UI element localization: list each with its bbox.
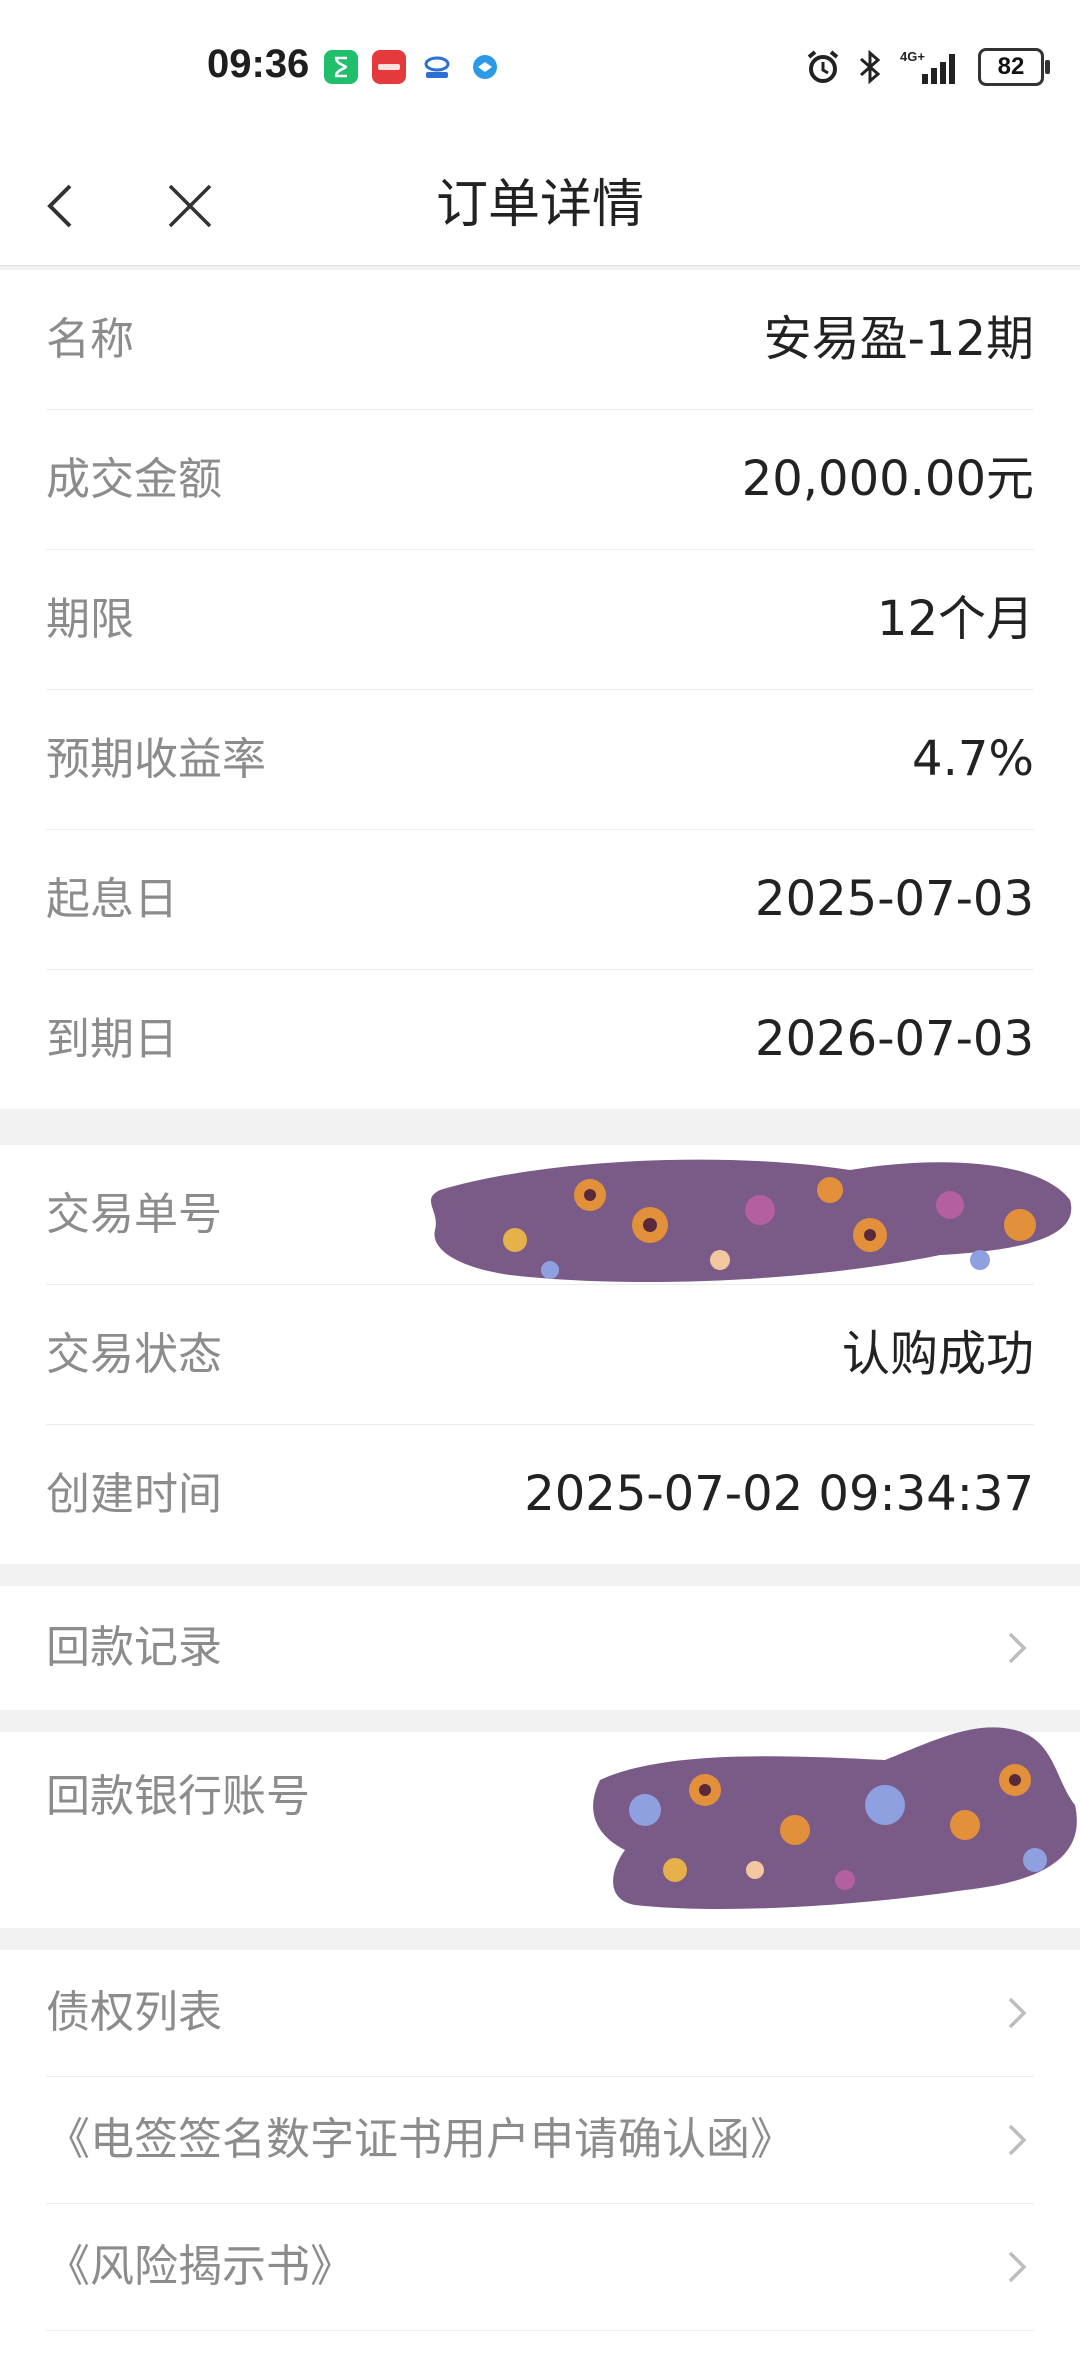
huawei-icon bbox=[372, 50, 406, 84]
document-label: 债权列表 bbox=[46, 1987, 222, 2038]
product-details-card: 名称 安易盈-12期 成交金额 20,000.00元 期限 12个月 预期收益率… bbox=[0, 270, 1080, 1109]
documents-card: 债权列表 《电签签名数字证书用户申请确认函》 《风险揭示书》 bbox=[0, 1950, 1080, 2376]
system-status: 4G+ 82 bbox=[804, 48, 1050, 86]
nav-bar: 订单详情 bbox=[0, 140, 1080, 266]
trade-value: 2025-07-02 09:34:37 bbox=[524, 1466, 1034, 1522]
detail-row-yield: 预期收益率 4.7% bbox=[46, 690, 1034, 830]
trade-label: 创建时间 bbox=[46, 1469, 222, 1520]
chevron-right-icon bbox=[1008, 1632, 1027, 1664]
detail-value: 12个月 bbox=[876, 591, 1034, 647]
notification-icons bbox=[324, 50, 502, 84]
document-label: 《电签签名数字证书用户申请确认函》 bbox=[46, 2114, 794, 2165]
status-time: 09:36 bbox=[207, 42, 310, 86]
redaction-scribble-order-number bbox=[430, 1159, 1072, 1283]
detail-label: 成交金额 bbox=[46, 454, 222, 505]
detail-label: 起息日 bbox=[46, 874, 178, 925]
trade-row-created-time: 创建时间 2025-07-02 09:34:37 bbox=[46, 1425, 1034, 1564]
trade-label: 交易单号 bbox=[46, 1189, 222, 1240]
redaction-scribble-bank-account bbox=[593, 1727, 1077, 1910]
detail-row-maturity-date: 到期日 2026-07-03 bbox=[46, 970, 1034, 1109]
chevron-right-icon bbox=[1008, 2124, 1027, 2156]
browser-icon bbox=[468, 50, 502, 84]
detail-row-term: 期限 12个月 bbox=[46, 550, 1034, 690]
detail-value: 2026-07-03 bbox=[755, 1011, 1034, 1067]
trade-label: 交易状态 bbox=[46, 1329, 222, 1380]
repayment-account-label: 回款银行账号 bbox=[46, 1771, 310, 1822]
page-title: 订单详情 bbox=[435, 175, 644, 235]
hourglass-icon bbox=[324, 50, 358, 84]
document-row-risk-disclosure[interactable]: 《风险揭示书》 bbox=[46, 2204, 1034, 2331]
signal-4g-icon: 4G+ bbox=[900, 49, 955, 84]
trade-value: 认购成功 bbox=[841, 1326, 1034, 1382]
document-row-claims-list[interactable]: 债权列表 bbox=[46, 1950, 1034, 2077]
repayment-record-card: 回款记录 bbox=[0, 1586, 1080, 1710]
detail-value: 安易盈-12期 bbox=[763, 311, 1034, 367]
app-icon bbox=[420, 50, 454, 84]
status-bar: 09:36 4G+ 82 bbox=[0, 0, 1080, 140]
trade-row-status: 交易状态 认购成功 bbox=[46, 1285, 1034, 1425]
battery-icon: 82 bbox=[978, 48, 1050, 86]
chevron-right-icon bbox=[1008, 1997, 1027, 2029]
document-row-certificate-letter[interactable]: 《电签签名数字证书用户申请确认函》 bbox=[46, 2077, 1034, 2204]
repayment-record-row[interactable]: 回款记录 bbox=[46, 1586, 1034, 1710]
detail-label: 到期日 bbox=[46, 1014, 178, 1065]
document-label: 《风险揭示书》 bbox=[46, 2241, 354, 2292]
detail-row-name: 名称 安易盈-12期 bbox=[46, 270, 1034, 410]
detail-label: 预期收益率 bbox=[46, 734, 266, 785]
svg-text:4G+: 4G+ bbox=[900, 49, 925, 64]
bluetooth-icon bbox=[860, 49, 881, 85]
alarm-icon bbox=[807, 50, 839, 83]
detail-row-start-date: 起息日 2025-07-03 bbox=[46, 830, 1034, 970]
detail-label: 期限 bbox=[46, 594, 134, 645]
repayment-record-label: 回款记录 bbox=[46, 1622, 222, 1673]
detail-value: 2025-07-03 bbox=[755, 871, 1034, 927]
detail-row-amount: 成交金额 20,000.00元 bbox=[46, 410, 1034, 550]
chevron-right-icon bbox=[1008, 2251, 1027, 2283]
detail-value: 4.7% bbox=[912, 731, 1034, 787]
detail-value: 20,000.00元 bbox=[741, 451, 1034, 507]
detail-label: 名称 bbox=[46, 314, 134, 365]
